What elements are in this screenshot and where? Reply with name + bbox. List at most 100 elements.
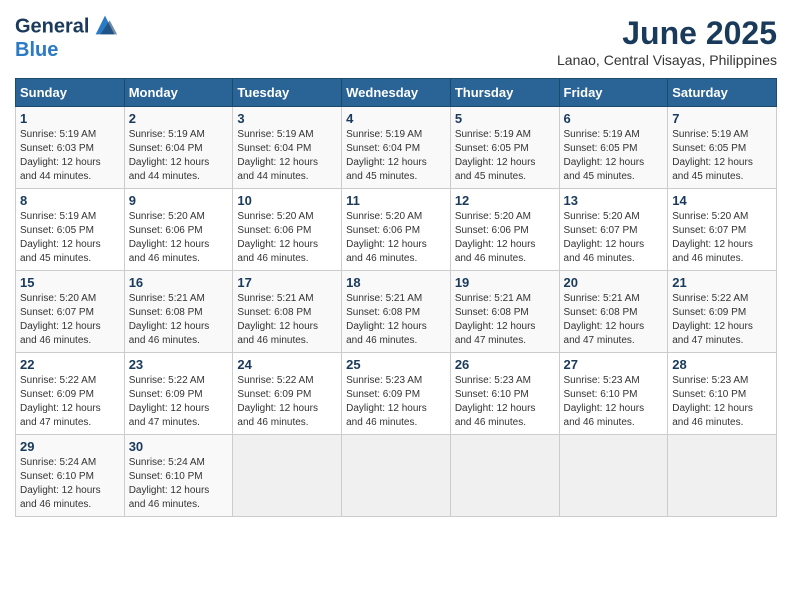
day-number: 3 [237, 111, 337, 126]
day-info: Sunrise: 5:23 AMSunset: 6:10 PMDaylight:… [672, 375, 753, 428]
day-number: 20 [564, 275, 664, 290]
day-number: 14 [672, 193, 772, 208]
day-info: Sunrise: 5:23 AMSunset: 6:10 PMDaylight:… [564, 375, 645, 428]
calendar-day-cell: 2 Sunrise: 5:19 AMSunset: 6:04 PMDayligh… [124, 107, 233, 189]
day-number: 8 [20, 193, 120, 208]
day-number: 9 [129, 193, 229, 208]
calendar-week-row: 8 Sunrise: 5:19 AMSunset: 6:05 PMDayligh… [16, 189, 777, 271]
day-info: Sunrise: 5:20 AMSunset: 6:06 PMDaylight:… [455, 211, 536, 264]
calendar-day-cell: 1 Sunrise: 5:19 AMSunset: 6:03 PMDayligh… [16, 107, 125, 189]
day-number: 30 [129, 439, 229, 454]
calendar-day-cell: 18 Sunrise: 5:21 AMSunset: 6:08 PMDaylig… [342, 271, 451, 353]
header: General Blue June 2025 Lanao, Central Vi… [15, 15, 777, 68]
calendar-day-cell: 4 Sunrise: 5:19 AMSunset: 6:04 PMDayligh… [342, 107, 451, 189]
day-info: Sunrise: 5:22 AMSunset: 6:09 PMDaylight:… [237, 375, 318, 428]
weekday-header: Friday [559, 79, 668, 107]
calendar-week-row: 22 Sunrise: 5:22 AMSunset: 6:09 PMDaylig… [16, 353, 777, 435]
day-number: 19 [455, 275, 555, 290]
calendar-day-cell: 25 Sunrise: 5:23 AMSunset: 6:09 PMDaylig… [342, 353, 451, 435]
day-number: 13 [564, 193, 664, 208]
day-info: Sunrise: 5:20 AMSunset: 6:06 PMDaylight:… [237, 211, 318, 264]
day-number: 27 [564, 357, 664, 372]
day-number: 28 [672, 357, 772, 372]
day-number: 17 [237, 275, 337, 290]
day-number: 5 [455, 111, 555, 126]
calendar-day-cell [342, 435, 451, 517]
weekday-header: Sunday [16, 79, 125, 107]
day-info: Sunrise: 5:20 AMSunset: 6:07 PMDaylight:… [564, 211, 645, 264]
calendar-day-cell: 10 Sunrise: 5:20 AMSunset: 6:06 PMDaylig… [233, 189, 342, 271]
day-info: Sunrise: 5:21 AMSunset: 6:08 PMDaylight:… [346, 293, 427, 346]
calendar-day-cell: 5 Sunrise: 5:19 AMSunset: 6:05 PMDayligh… [450, 107, 559, 189]
day-info: Sunrise: 5:20 AMSunset: 6:07 PMDaylight:… [672, 211, 753, 264]
day-info: Sunrise: 5:23 AMSunset: 6:09 PMDaylight:… [346, 375, 427, 428]
weekday-header-row: SundayMondayTuesdayWednesdayThursdayFrid… [16, 79, 777, 107]
calendar-day-cell [450, 435, 559, 517]
day-number: 11 [346, 193, 446, 208]
day-number: 18 [346, 275, 446, 290]
day-number: 23 [129, 357, 229, 372]
weekday-header: Saturday [668, 79, 777, 107]
calendar-day-cell: 11 Sunrise: 5:20 AMSunset: 6:06 PMDaylig… [342, 189, 451, 271]
day-info: Sunrise: 5:19 AMSunset: 6:04 PMDaylight:… [237, 129, 318, 182]
day-info: Sunrise: 5:22 AMSunset: 6:09 PMDaylight:… [672, 293, 753, 346]
calendar-day-cell: 26 Sunrise: 5:23 AMSunset: 6:10 PMDaylig… [450, 353, 559, 435]
calendar-week-row: 15 Sunrise: 5:20 AMSunset: 6:07 PMDaylig… [16, 271, 777, 353]
calendar-table: SundayMondayTuesdayWednesdayThursdayFrid… [15, 78, 777, 517]
day-number: 12 [455, 193, 555, 208]
calendar-day-cell: 27 Sunrise: 5:23 AMSunset: 6:10 PMDaylig… [559, 353, 668, 435]
logo: General Blue [15, 15, 119, 61]
calendar-day-cell: 7 Sunrise: 5:19 AMSunset: 6:05 PMDayligh… [668, 107, 777, 189]
calendar-day-cell: 13 Sunrise: 5:20 AMSunset: 6:07 PMDaylig… [559, 189, 668, 271]
location-title: Lanao, Central Visayas, Philippines [557, 52, 777, 68]
calendar-day-cell [233, 435, 342, 517]
day-number: 16 [129, 275, 229, 290]
day-info: Sunrise: 5:22 AMSunset: 6:09 PMDaylight:… [129, 375, 210, 428]
calendar-week-row: 1 Sunrise: 5:19 AMSunset: 6:03 PMDayligh… [16, 107, 777, 189]
logo-text: General Blue [15, 15, 119, 61]
day-number: 6 [564, 111, 664, 126]
calendar-day-cell: 3 Sunrise: 5:19 AMSunset: 6:04 PMDayligh… [233, 107, 342, 189]
calendar-day-cell: 22 Sunrise: 5:22 AMSunset: 6:09 PMDaylig… [16, 353, 125, 435]
day-info: Sunrise: 5:19 AMSunset: 6:05 PMDaylight:… [455, 129, 536, 182]
calendar-day-cell [668, 435, 777, 517]
day-number: 22 [20, 357, 120, 372]
day-info: Sunrise: 5:24 AMSunset: 6:10 PMDaylight:… [20, 457, 101, 510]
calendar-day-cell: 21 Sunrise: 5:22 AMSunset: 6:09 PMDaylig… [668, 271, 777, 353]
day-number: 29 [20, 439, 120, 454]
day-number: 21 [672, 275, 772, 290]
calendar-day-cell: 17 Sunrise: 5:21 AMSunset: 6:08 PMDaylig… [233, 271, 342, 353]
calendar-day-cell [559, 435, 668, 517]
day-info: Sunrise: 5:21 AMSunset: 6:08 PMDaylight:… [129, 293, 210, 346]
day-info: Sunrise: 5:20 AMSunset: 6:06 PMDaylight:… [346, 211, 427, 264]
day-number: 10 [237, 193, 337, 208]
day-number: 15 [20, 275, 120, 290]
month-title: June 2025 [557, 15, 777, 52]
day-number: 24 [237, 357, 337, 372]
weekday-header: Monday [124, 79, 233, 107]
day-info: Sunrise: 5:19 AMSunset: 6:03 PMDaylight:… [20, 129, 101, 182]
calendar-day-cell: 8 Sunrise: 5:19 AMSunset: 6:05 PMDayligh… [16, 189, 125, 271]
day-info: Sunrise: 5:21 AMSunset: 6:08 PMDaylight:… [237, 293, 318, 346]
day-info: Sunrise: 5:22 AMSunset: 6:09 PMDaylight:… [20, 375, 101, 428]
calendar-day-cell: 12 Sunrise: 5:20 AMSunset: 6:06 PMDaylig… [450, 189, 559, 271]
day-number: 4 [346, 111, 446, 126]
calendar-day-cell: 28 Sunrise: 5:23 AMSunset: 6:10 PMDaylig… [668, 353, 777, 435]
calendar-day-cell: 23 Sunrise: 5:22 AMSunset: 6:09 PMDaylig… [124, 353, 233, 435]
day-info: Sunrise: 5:19 AMSunset: 6:04 PMDaylight:… [129, 129, 210, 182]
day-info: Sunrise: 5:19 AMSunset: 6:05 PMDaylight:… [20, 211, 101, 264]
title-area: June 2025 Lanao, Central Visayas, Philip… [557, 15, 777, 68]
calendar-day-cell: 19 Sunrise: 5:21 AMSunset: 6:08 PMDaylig… [450, 271, 559, 353]
day-number: 26 [455, 357, 555, 372]
day-number: 1 [20, 111, 120, 126]
calendar-week-row: 29 Sunrise: 5:24 AMSunset: 6:10 PMDaylig… [16, 435, 777, 517]
calendar-day-cell: 20 Sunrise: 5:21 AMSunset: 6:08 PMDaylig… [559, 271, 668, 353]
day-info: Sunrise: 5:20 AMSunset: 6:07 PMDaylight:… [20, 293, 101, 346]
day-info: Sunrise: 5:24 AMSunset: 6:10 PMDaylight:… [129, 457, 210, 510]
calendar-day-cell: 9 Sunrise: 5:20 AMSunset: 6:06 PMDayligh… [124, 189, 233, 271]
day-info: Sunrise: 5:21 AMSunset: 6:08 PMDaylight:… [564, 293, 645, 346]
weekday-header: Tuesday [233, 79, 342, 107]
weekday-header: Wednesday [342, 79, 451, 107]
day-info: Sunrise: 5:21 AMSunset: 6:08 PMDaylight:… [455, 293, 536, 346]
calendar-day-cell: 6 Sunrise: 5:19 AMSunset: 6:05 PMDayligh… [559, 107, 668, 189]
